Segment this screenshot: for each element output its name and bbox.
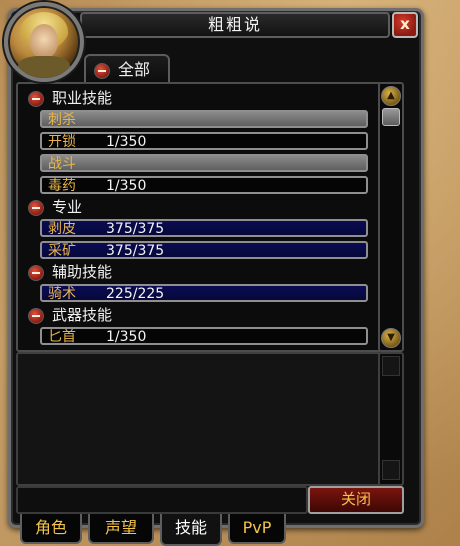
detail-scroll-down[interactable]: [382, 460, 400, 480]
skill-header-class[interactable]: 职业技能: [18, 88, 378, 108]
minus-icon[interactable]: [28, 265, 44, 281]
skill-row-combat[interactable]: 战斗: [40, 154, 368, 172]
skill-header-label: 武器技能: [52, 306, 113, 324]
skill-name: 匕首: [48, 329, 76, 345]
tab-pvp[interactable]: PvP: [228, 514, 286, 544]
tab-all[interactable]: 全部: [84, 54, 170, 84]
tab-reputation[interactable]: 声望: [88, 514, 154, 544]
skill-row-lockpicking[interactable]: 开锁 1/350: [40, 132, 368, 150]
skill-header-professions[interactable]: 专业: [18, 197, 378, 217]
skill-header-secondary[interactable]: 辅助技能: [18, 262, 378, 282]
scroll-up-icon[interactable]: ▲: [381, 86, 401, 106]
detail-scroll-up[interactable]: [382, 356, 400, 376]
skill-list: 职业技能 刺杀 开锁 1/350 战斗 毒药 1/350 专业 剥皮 375/3…: [16, 82, 382, 352]
skill-name: 骑术: [48, 286, 76, 302]
skill-value: 375/375: [106, 243, 165, 259]
skill-header-weapons[interactable]: 武器技能: [18, 305, 378, 325]
skill-name: 开锁: [48, 134, 76, 150]
close-window-button[interactable]: x: [392, 12, 418, 38]
skill-name: 毒药: [48, 178, 76, 194]
portrait-body: [18, 56, 70, 78]
skill-row-riding[interactable]: 骑术 225/225: [40, 284, 368, 302]
scroll-thumb[interactable]: [382, 108, 400, 126]
skill-name: 刺杀: [48, 112, 76, 128]
character-portrait: [4, 2, 84, 82]
detail-scrollbar[interactable]: [378, 352, 404, 486]
skill-header-label: 职业技能: [52, 89, 113, 107]
skill-detail-panel: [16, 352, 382, 486]
skill-value: 1/350: [106, 178, 147, 194]
scroll-down-icon[interactable]: ▼: [381, 328, 401, 348]
skill-header-label: 专业: [52, 198, 83, 216]
tab-skills[interactable]: 技能: [160, 514, 222, 546]
tab-all-label: 全部: [118, 60, 151, 79]
skill-name: 剥皮: [48, 221, 76, 237]
skill-value: 1/350: [106, 134, 147, 150]
skill-row-skinning[interactable]: 剥皮 375/375: [40, 219, 368, 237]
skill-header-label: 辅助技能: [52, 263, 113, 281]
window-title: 粗粗说: [80, 12, 390, 38]
skill-name: 战斗: [48, 156, 76, 172]
collapse-all-icon[interactable]: [94, 63, 110, 79]
portrait-face: [30, 24, 58, 58]
skill-value: 1/350: [106, 329, 147, 345]
skill-row-assassination[interactable]: 刺杀: [40, 110, 368, 128]
minus-icon[interactable]: [28, 308, 44, 324]
status-bar: [16, 486, 308, 514]
skill-name: 采矿: [48, 243, 76, 259]
skill-row-poisons[interactable]: 毒药 1/350: [40, 176, 368, 194]
skill-row-daggers[interactable]: 匕首 1/350: [40, 327, 368, 345]
minus-icon[interactable]: [28, 91, 44, 107]
close-button[interactable]: 关闭: [308, 486, 404, 514]
minus-icon[interactable]: [28, 200, 44, 216]
skill-value: 375/375: [106, 221, 165, 237]
tab-character[interactable]: 角色: [20, 514, 82, 544]
skill-value: 225/225: [106, 286, 165, 302]
skill-list-scrollbar[interactable]: ▲ ▼: [378, 82, 404, 352]
skill-row-mining[interactable]: 采矿 375/375: [40, 241, 368, 259]
